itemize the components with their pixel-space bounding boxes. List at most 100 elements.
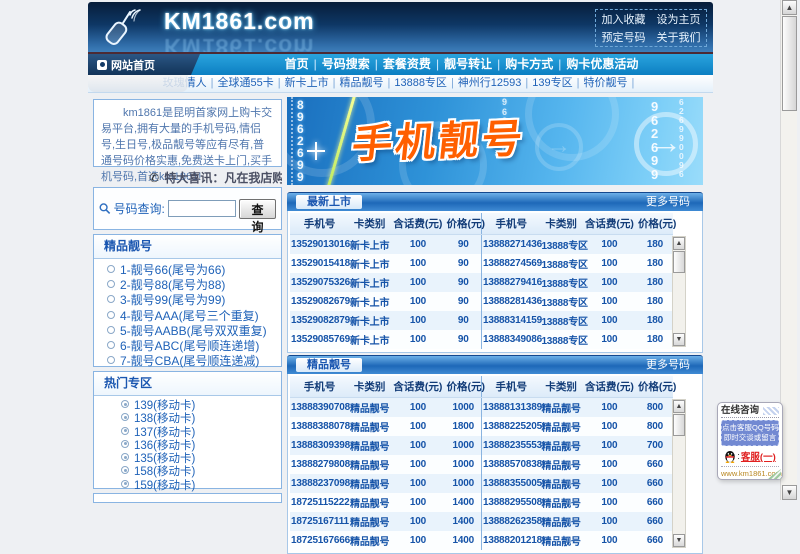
nav-link[interactable]: 全球通55卡 bbox=[218, 77, 274, 89]
header-link[interactable]: 预定号码 bbox=[602, 29, 646, 45]
nav-link[interactable]: 新卡上市 bbox=[285, 77, 329, 89]
nav-link[interactable]: 首页 bbox=[285, 57, 309, 71]
price-cell: 660 bbox=[637, 512, 673, 531]
phone-number-cell: 13888279808 bbox=[290, 455, 349, 474]
nav-link[interactable]: 号码搜索 bbox=[322, 57, 370, 71]
fee-cell: 100 bbox=[582, 235, 637, 255]
card-type-cell: 精品靓号 bbox=[540, 398, 581, 418]
nav-link[interactable]: 购卡方式 bbox=[505, 57, 553, 71]
sidebar-item-link[interactable]: 135(移动卡) bbox=[134, 453, 195, 465]
banner-sparkle bbox=[307, 142, 325, 160]
table-row: 13529082879新卡上市100901388831415913888专区10… bbox=[290, 311, 673, 330]
sidebar-item-link[interactable]: 4-靓号AAA(尾号三个重复) bbox=[120, 309, 259, 323]
bullet-icon bbox=[107, 295, 115, 303]
fee-cell: 100 bbox=[390, 398, 445, 418]
home-tab[interactable]: 网站首页 bbox=[88, 54, 200, 75]
fee-cell: 100 bbox=[582, 512, 637, 531]
column-header: 卡类别 bbox=[540, 376, 581, 398]
sidebar-item-link[interactable]: 1-靓号66(尾号为66) bbox=[120, 263, 225, 277]
site-logo: KM1861.com bbox=[164, 8, 315, 35]
sidebar-item-link[interactable]: 137(移动卡) bbox=[134, 427, 195, 439]
phone-number-cell: 13888309398 bbox=[290, 436, 349, 455]
banner-arrow-icon: → bbox=[634, 112, 698, 176]
phone-number-cell: 13529075326 bbox=[290, 273, 349, 292]
bullet-icon bbox=[121, 453, 129, 461]
list-item: 1-靓号66(尾号为66) bbox=[107, 263, 281, 278]
card-type-cell: 13888专区 bbox=[540, 330, 581, 349]
scrollbar-thumb[interactable] bbox=[782, 16, 797, 111]
header-link[interactable]: 关于我们 bbox=[657, 29, 701, 45]
scroll-up-icon[interactable]: ▲ bbox=[673, 237, 685, 250]
hot-zone-box: 热门专区 139(移动卡)138(移动卡)137(移动卡)136(移动卡)135… bbox=[93, 371, 282, 489]
search-input[interactable] bbox=[168, 200, 236, 217]
price-cell: 700 bbox=[637, 436, 673, 455]
list-item: 4-靓号AAA(尾号三个重复) bbox=[107, 309, 281, 324]
nav-link[interactable]: 精品靓号 bbox=[339, 77, 383, 89]
nav-link[interactable]: 靓号转让 bbox=[444, 57, 492, 71]
list-item: 159(移动卡) bbox=[121, 480, 281, 493]
notice-text: 特大喜讯：凡在我店购卡客户 bbox=[164, 171, 282, 184]
sidebar-item-link[interactable]: 7-靓号CBA(尾号顺连递减) bbox=[120, 354, 259, 368]
sidebar-item-link[interactable]: 138(移动卡) bbox=[134, 413, 195, 425]
scroll-down-icon[interactable]: ▼ bbox=[673, 534, 685, 547]
qq-service-link[interactable]: 客服(一) bbox=[741, 449, 776, 463]
header-link[interactable]: 设为主页 bbox=[657, 11, 701, 27]
sub-nav-links: 玫瑰情人|全球通55卡|新卡上市|精品靓号|13888专区|神州行12593|1… bbox=[163, 77, 639, 89]
phone-logo-icon bbox=[96, 5, 142, 49]
phone-number-cell: 13529085769 bbox=[290, 330, 349, 349]
nav-link[interactable]: 139专区 bbox=[532, 77, 572, 89]
sidebar-item-link[interactable]: 2-靓号88(尾号为88) bbox=[120, 278, 225, 292]
table-scrollbar[interactable]: ▲ ▼ bbox=[672, 399, 686, 548]
sidebar-item-link[interactable]: 3-靓号99(尾号为99) bbox=[120, 293, 225, 307]
sidebar-item-link[interactable]: 159(移动卡) bbox=[134, 480, 195, 492]
scroll-down-icon[interactable]: ▼ bbox=[782, 485, 797, 500]
phone-number-cell: 13888279416 bbox=[481, 273, 540, 292]
home-tab-label: 网站首页 bbox=[111, 57, 155, 73]
scroll-up-icon[interactable]: ▲ bbox=[782, 0, 797, 15]
sidebar-item-link[interactable]: 6-靓号ABC(尾号顺连递增) bbox=[120, 339, 259, 353]
table-scrollbar[interactable]: ▲ ▼ bbox=[672, 236, 686, 347]
price-cell: 1000 bbox=[445, 474, 481, 493]
more-numbers-link[interactable]: 更多号码 bbox=[646, 193, 690, 211]
scroll-up-icon[interactable]: ▲ bbox=[673, 400, 685, 413]
nav-link[interactable]: 13888专区 bbox=[394, 77, 447, 89]
sidebar-item-link[interactable]: 139(移动卡) bbox=[134, 400, 195, 412]
site-header: KM1861.com KM1861.com 加入收藏设为主页预定号码关于我们 bbox=[88, 2, 713, 54]
fee-cell: 100 bbox=[390, 474, 445, 493]
phone-number-cell: 13888281436 bbox=[481, 292, 540, 311]
sidebar-item-link[interactable]: 5-靓号AABB(尾号双双重复) bbox=[120, 324, 267, 338]
card-type-cell: 13888专区 bbox=[540, 292, 581, 311]
nav-link[interactable]: 神州行12593 bbox=[458, 77, 522, 89]
price-cell: 1400 bbox=[445, 531, 481, 550]
price-cell: 800 bbox=[637, 398, 673, 418]
fee-cell: 100 bbox=[390, 455, 445, 474]
price-cell: 660 bbox=[637, 493, 673, 512]
scrollbar-thumb[interactable] bbox=[673, 251, 685, 273]
boutique-sidebar-title: 精品靓号 bbox=[94, 235, 281, 259]
more-numbers-link[interactable]: 更多号码 bbox=[646, 356, 690, 374]
column-header: 价格(元) bbox=[445, 213, 481, 235]
tab-shadow bbox=[88, 75, 188, 92]
card-type-cell: 13888专区 bbox=[540, 254, 581, 273]
card-type-cell: 精品靓号 bbox=[540, 417, 581, 436]
list-item: 3-靓号99(尾号为99) bbox=[107, 293, 281, 308]
nav-link[interactable]: 套餐资费 bbox=[383, 57, 431, 71]
nav-link[interactable]: 特价靓号 bbox=[583, 77, 627, 89]
nav-separator: | bbox=[370, 57, 383, 71]
fee-cell: 100 bbox=[582, 493, 637, 512]
phone-number-cell: 13888355005 bbox=[481, 474, 540, 493]
price-cell: 660 bbox=[637, 474, 673, 493]
table-row: 13888279808精品靓号100100013888570838精品靓号100… bbox=[290, 455, 673, 474]
hot-zone-list: 139(移动卡)138(移动卡) 137(移动卡)136(移动卡)135(移动卡)… bbox=[94, 400, 281, 493]
fee-cell: 100 bbox=[582, 436, 637, 455]
promo-banner[interactable]: 8962699 962990 962699 626990096 → → 手机靓号 bbox=[287, 97, 703, 185]
search-button[interactable]: 查询 bbox=[239, 199, 276, 219]
scrollbar-thumb[interactable] bbox=[673, 414, 685, 436]
scroll-down-icon[interactable]: ▼ bbox=[673, 333, 685, 346]
nav-link[interactable]: 购卡优惠活动 bbox=[566, 57, 638, 71]
header-link[interactable]: 加入收藏 bbox=[602, 11, 646, 27]
fee-cell: 100 bbox=[390, 436, 445, 455]
sidebar-item-link[interactable]: 136(移动卡) bbox=[134, 440, 195, 452]
card-type-cell: 13888专区 bbox=[540, 273, 581, 292]
sidebar-item-link[interactable]: 158(移动卡) bbox=[134, 466, 195, 478]
